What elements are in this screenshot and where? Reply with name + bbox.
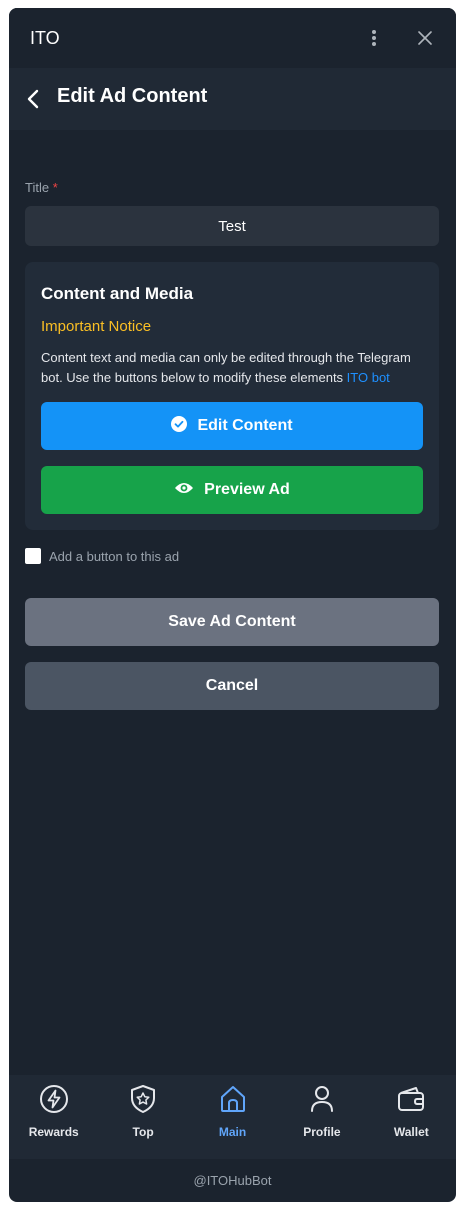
page-title: Edit Ad Content (57, 85, 208, 107)
edit-content-button[interactable]: Edit Content (41, 402, 423, 450)
lightning-icon (38, 1083, 70, 1115)
more-menu-icon[interactable] (363, 26, 385, 50)
footer-bot-handle: @ITOHubBot (193, 1173, 272, 1188)
nav-item-wallet[interactable]: Wallet (367, 1075, 456, 1159)
edit-content-label: Edit Content (197, 417, 293, 434)
app-title: ITO (30, 28, 60, 48)
back-arrow-icon[interactable] (21, 86, 45, 112)
home-icon (217, 1083, 249, 1115)
user-icon (306, 1083, 338, 1115)
close-icon[interactable] (414, 26, 436, 50)
title-field-label: Title * (25, 180, 58, 195)
nav-label-top: Top (132, 1125, 154, 1139)
title-label-text: Title (25, 180, 50, 195)
ito-bot-link[interactable]: ITO bot (347, 370, 390, 385)
preview-ad-label: Preview Ad (204, 481, 290, 498)
card-description: Content text and media can only be edite… (41, 348, 425, 388)
cancel-button[interactable]: Cancel (25, 662, 439, 710)
nav-item-rewards[interactable]: Rewards (9, 1075, 98, 1159)
required-mark: * (52, 180, 58, 195)
important-notice: Important Notice (41, 318, 152, 335)
card-title: Content and Media (41, 284, 194, 303)
nav-label-profile: Profile (303, 1125, 341, 1139)
shield-star-icon (127, 1083, 159, 1115)
nav-label-main: Main (218, 1125, 247, 1139)
add-button-checkbox[interactable] (25, 548, 41, 564)
nav-item-profile[interactable]: Profile (277, 1075, 366, 1159)
add-button-checkbox-label: Add a button to this ad (49, 548, 180, 564)
page-header: Edit Ad Content (9, 68, 456, 130)
wallet-icon (395, 1083, 427, 1115)
save-ad-content-button[interactable]: Save Ad Content (25, 598, 439, 646)
nav-item-top[interactable]: Top (98, 1075, 187, 1159)
footer: @ITOHubBot (9, 1159, 456, 1202)
content-media-card: Content and Media Important Notice Conte… (25, 262, 439, 530)
nav-label-rewards: Rewards (28, 1125, 79, 1139)
check-circle-icon (171, 415, 188, 437)
eye-icon (174, 481, 194, 500)
nav-label-wallet: Wallet (393, 1125, 429, 1139)
preview-ad-button[interactable]: Preview Ad (41, 466, 423, 514)
nav-item-main[interactable]: Main (188, 1075, 277, 1159)
bottom-nav: Rewards Top Main Profile Wallet (9, 1075, 456, 1159)
title-input[interactable] (25, 206, 439, 246)
add-button-checkbox-row[interactable]: Add a button to this ad (25, 548, 179, 564)
titlebar: ITO (9, 8, 456, 68)
app-window: ITO Edit Ad Content Title * Test Content… (9, 8, 456, 1202)
